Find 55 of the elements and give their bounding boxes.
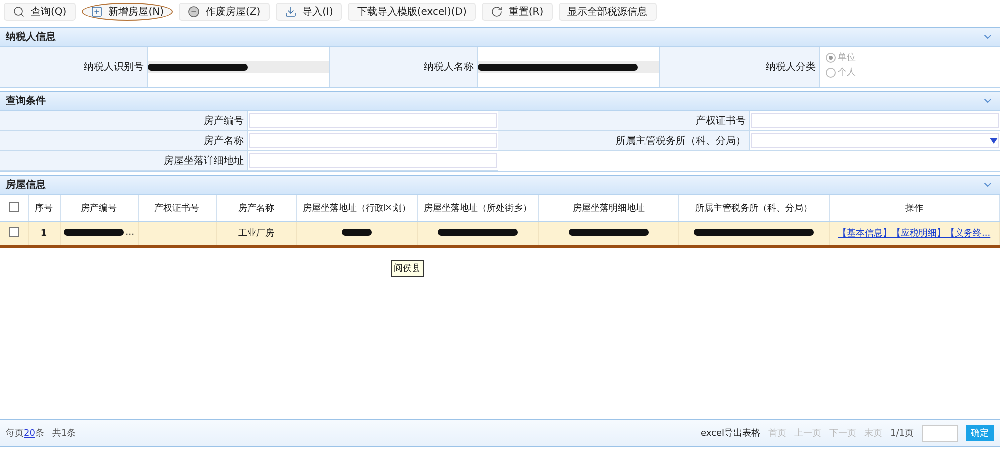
column-header: 操作 [829, 195, 1000, 222]
page-size-text: 每页20条 [6, 428, 44, 440]
toolbar-button[interactable]: 作废房屋(Z) [178, 3, 270, 21]
download-icon [284, 6, 297, 18]
dropdown-caret-icon [990, 138, 998, 144]
action-link[interactable]: 【基本信息】 [838, 229, 892, 239]
checkbox[interactable] [8, 202, 19, 212]
select-field[interactable] [751, 133, 999, 148]
toolbar-button[interactable]: 查询(Q) [4, 3, 76, 21]
input-field[interactable] [249, 153, 497, 168]
field-label: 所属主管税务所（科、分局） [498, 131, 750, 151]
page-size-link[interactable]: 20 [24, 428, 36, 438]
toolbar-button[interactable]: 下载导入模版(excel)(D) [348, 3, 476, 21]
plus-document-icon [90, 6, 103, 18]
section-title: 纳税人信息 [6, 30, 56, 44]
field-label: 纳税人识别号 [0, 47, 148, 87]
field-label: 房产名称 [0, 131, 248, 151]
column-header: 房屋坐落明细地址 [538, 195, 679, 222]
input-field[interactable] [249, 133, 497, 148]
refresh-icon [490, 6, 503, 18]
input-field[interactable] [249, 113, 497, 128]
section-title: 查询条件 [6, 94, 46, 108]
field-label: 纳税人名称 [330, 47, 478, 87]
input-field[interactable] [751, 113, 999, 128]
redaction-mark [342, 228, 372, 236]
column-header: 产权证书号 [138, 195, 216, 222]
column-header: 所属主管税务所（科、分局） [678, 195, 830, 222]
checkbox[interactable] [8, 227, 19, 237]
toolbar-button[interactable]: 显示全部税源信息 [558, 3, 657, 21]
column-header: 序号 [28, 195, 60, 222]
table-cell: … [126, 228, 135, 238]
column-header: 房产名称 [216, 195, 296, 222]
field-label: 纳税人分类 [660, 47, 820, 87]
page-input[interactable] [922, 424, 958, 442]
page-indicator: 1/1页 [890, 428, 914, 440]
tooltip: 阆侯县 [391, 260, 424, 277]
toolbar-button[interactable]: 新增房屋(N) [82, 3, 173, 21]
minus-circle-icon [188, 6, 200, 18]
field-label: 房产编号 [0, 111, 248, 131]
total-count: 共1条 [52, 428, 76, 440]
export-link[interactable]: excel导出表格 [700, 426, 761, 440]
field-label: 产权证书号 [498, 111, 750, 131]
toolbar-button[interactable]: 导入(I) [276, 3, 342, 21]
action-link[interactable]: 【义务终... [946, 229, 991, 239]
redaction-mark [64, 229, 124, 236]
column-header: 房屋坐落地址（行政区划） [296, 195, 418, 222]
field-label: 房屋坐落详细地址 [0, 151, 248, 171]
column-header: 房屋坐落地址（所处街乡） [418, 195, 539, 222]
toolbar-button[interactable]: 重置(R) [482, 3, 553, 21]
table-cell: 1 [40, 228, 48, 238]
action-link[interactable]: 【应税明细】 [892, 229, 946, 239]
table-cell: 工业厂房 [238, 229, 274, 239]
column-header: 房产编号 [60, 195, 138, 222]
section-title: 房屋信息 [6, 178, 46, 192]
search-icon [13, 6, 25, 18]
